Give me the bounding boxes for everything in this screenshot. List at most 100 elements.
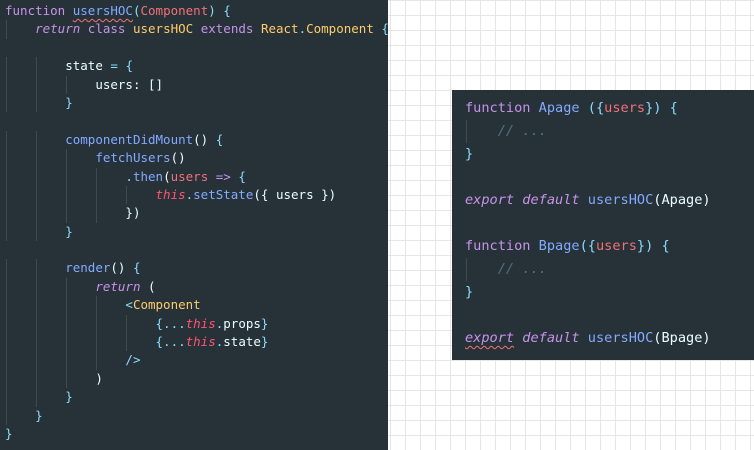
indent-guide: [96, 204, 98, 223]
code-line: // ...: [452, 258, 754, 281]
code-token: return: [95, 278, 141, 294]
code-token: }): [321, 186, 337, 202]
code-token: {: [155, 334, 164, 350]
indent-guide: [6, 333, 7, 352]
code-token: }): [636, 238, 654, 254]
indent-guide: [96, 314, 98, 334]
code-line: componentDidMount() {: [0, 130, 388, 150]
code-token: (: [148, 278, 156, 294]
indent-guide: [6, 222, 7, 242]
code-token: return: [35, 21, 81, 37]
usage-code-panel: function Apage ({users}) { // ...} export…: [452, 90, 754, 360]
indent-guide: [36, 75, 38, 94]
code-token: ({: [587, 100, 605, 116]
code-token: Apage: [661, 192, 703, 208]
indent-guide: [36, 259, 38, 278]
indent-guide: [6, 406, 7, 425]
indent-guide: [36, 296, 38, 315]
code-line: // ...: [452, 120, 754, 143]
code-token: users: [604, 100, 646, 116]
code-line: />: [0, 351, 388, 370]
code-token: }: [65, 94, 73, 110]
code-token: setState: [193, 186, 254, 202]
code-token: ({: [253, 186, 269, 202]
code-token: ): [702, 192, 711, 208]
code-token: class: [87, 21, 126, 37]
code-line: function Apage ({users}) {: [452, 97, 754, 120]
code-token: (): [110, 260, 126, 276]
code-token: />: [125, 352, 141, 368]
code-token: {: [132, 260, 141, 276]
indent-guide: [66, 333, 68, 352]
indent-guide: [36, 93, 38, 113]
code-line: fetchUsers(): [0, 149, 388, 168]
indent-guide: [36, 185, 38, 205]
code-token: }): [645, 100, 662, 116]
code-token: extends: [200, 21, 254, 37]
code-line: render() {: [0, 259, 388, 278]
indent-guide: [36, 333, 38, 352]
code-token: state: [223, 334, 261, 350]
code-token: (): [170, 150, 186, 166]
indent-guide: [66, 75, 68, 94]
code-line: {...this.state}: [0, 333, 388, 352]
code-token: }): [125, 205, 141, 221]
code-token: this: [155, 186, 186, 202]
code-token: .: [125, 168, 133, 184]
code-token: fetchUsers: [95, 150, 171, 166]
code-token: render: [65, 260, 111, 276]
indent-guide: [36, 388, 38, 407]
indent-guide: [66, 351, 68, 370]
code-line: }: [0, 93, 388, 113]
code-token: }: [5, 425, 13, 441]
code-token: Component: [132, 297, 201, 313]
code-line: ): [0, 369, 388, 389]
code-line: return (: [0, 277, 388, 297]
code-token: export: [465, 330, 515, 346]
code-token: {: [215, 131, 224, 147]
indent-guide: [66, 296, 68, 315]
indent-guide: [6, 130, 7, 150]
indent-guide: [6, 388, 7, 407]
indent-guide: [66, 185, 68, 205]
code-line: function usersHOC(Component) {: [0, 2, 388, 20]
code-token: (: [163, 168, 171, 184]
code-token: Apage: [538, 100, 580, 116]
indent-guide: [6, 259, 7, 278]
code-token: .: [298, 21, 307, 37]
code-token: {: [238, 168, 246, 184]
indent-guide: [6, 167, 7, 186]
indent-guide: [36, 277, 38, 297]
indent-guide: [96, 167, 98, 186]
code-token: // ...: [497, 123, 547, 139]
code-token: // ...: [497, 261, 547, 277]
code-token: usersHOC: [587, 330, 654, 346]
code-line: export default usersHOC(Bpage): [452, 327, 754, 350]
code-token: }: [260, 334, 269, 350]
code-token: {: [125, 58, 133, 74]
code-line: function Bpage({users}) {: [452, 235, 754, 258]
indent-guide: [126, 185, 128, 205]
indent-guide: [96, 185, 98, 205]
